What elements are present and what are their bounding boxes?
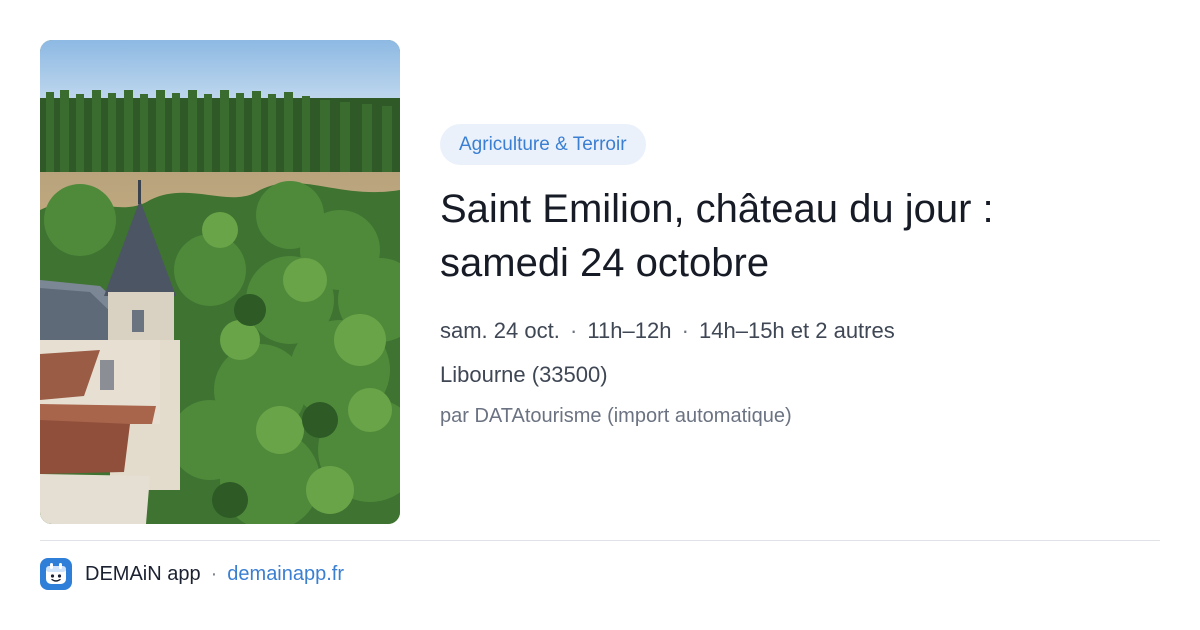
event-time-slot: 14h–15h et 2 autres <box>699 318 895 343</box>
app-footer: DEMAiN app · demainapp.fr <box>40 558 344 590</box>
event-details: Agriculture & Terroir Saint Emilion, châ… <box>440 124 1160 430</box>
event-source: par DATAtourisme (import automatique) <box>440 405 792 427</box>
chateau-landscape-image <box>40 40 400 524</box>
footer-divider <box>40 540 1160 541</box>
event-schedule: sam. 24 oct. · 11h–12h · 14h–15h et 2 au… <box>440 316 1160 346</box>
event-photo <box>40 40 400 524</box>
schedule-separator: · <box>569 318 578 343</box>
app-name: DEMAiN app <box>85 562 201 585</box>
event-time-slot: 11h–12h <box>587 318 672 343</box>
event-location: Libourne (33500) <box>440 362 608 387</box>
calendar-face-icon[interactable] <box>40 558 72 590</box>
schedule-separator: · <box>681 318 689 343</box>
event-date: sam. 24 oct. <box>440 318 560 343</box>
footer-separator: · <box>210 562 218 585</box>
category-chip[interactable]: Agriculture & Terroir <box>440 124 646 165</box>
app-url-link[interactable]: demainapp.fr <box>227 563 344 586</box>
event-preview-card[interactable]: Agriculture & Terroir Saint Emilion, châ… <box>0 0 1200 630</box>
event-title[interactable]: Saint Emilion, château du jour : samedi … <box>440 182 1100 290</box>
